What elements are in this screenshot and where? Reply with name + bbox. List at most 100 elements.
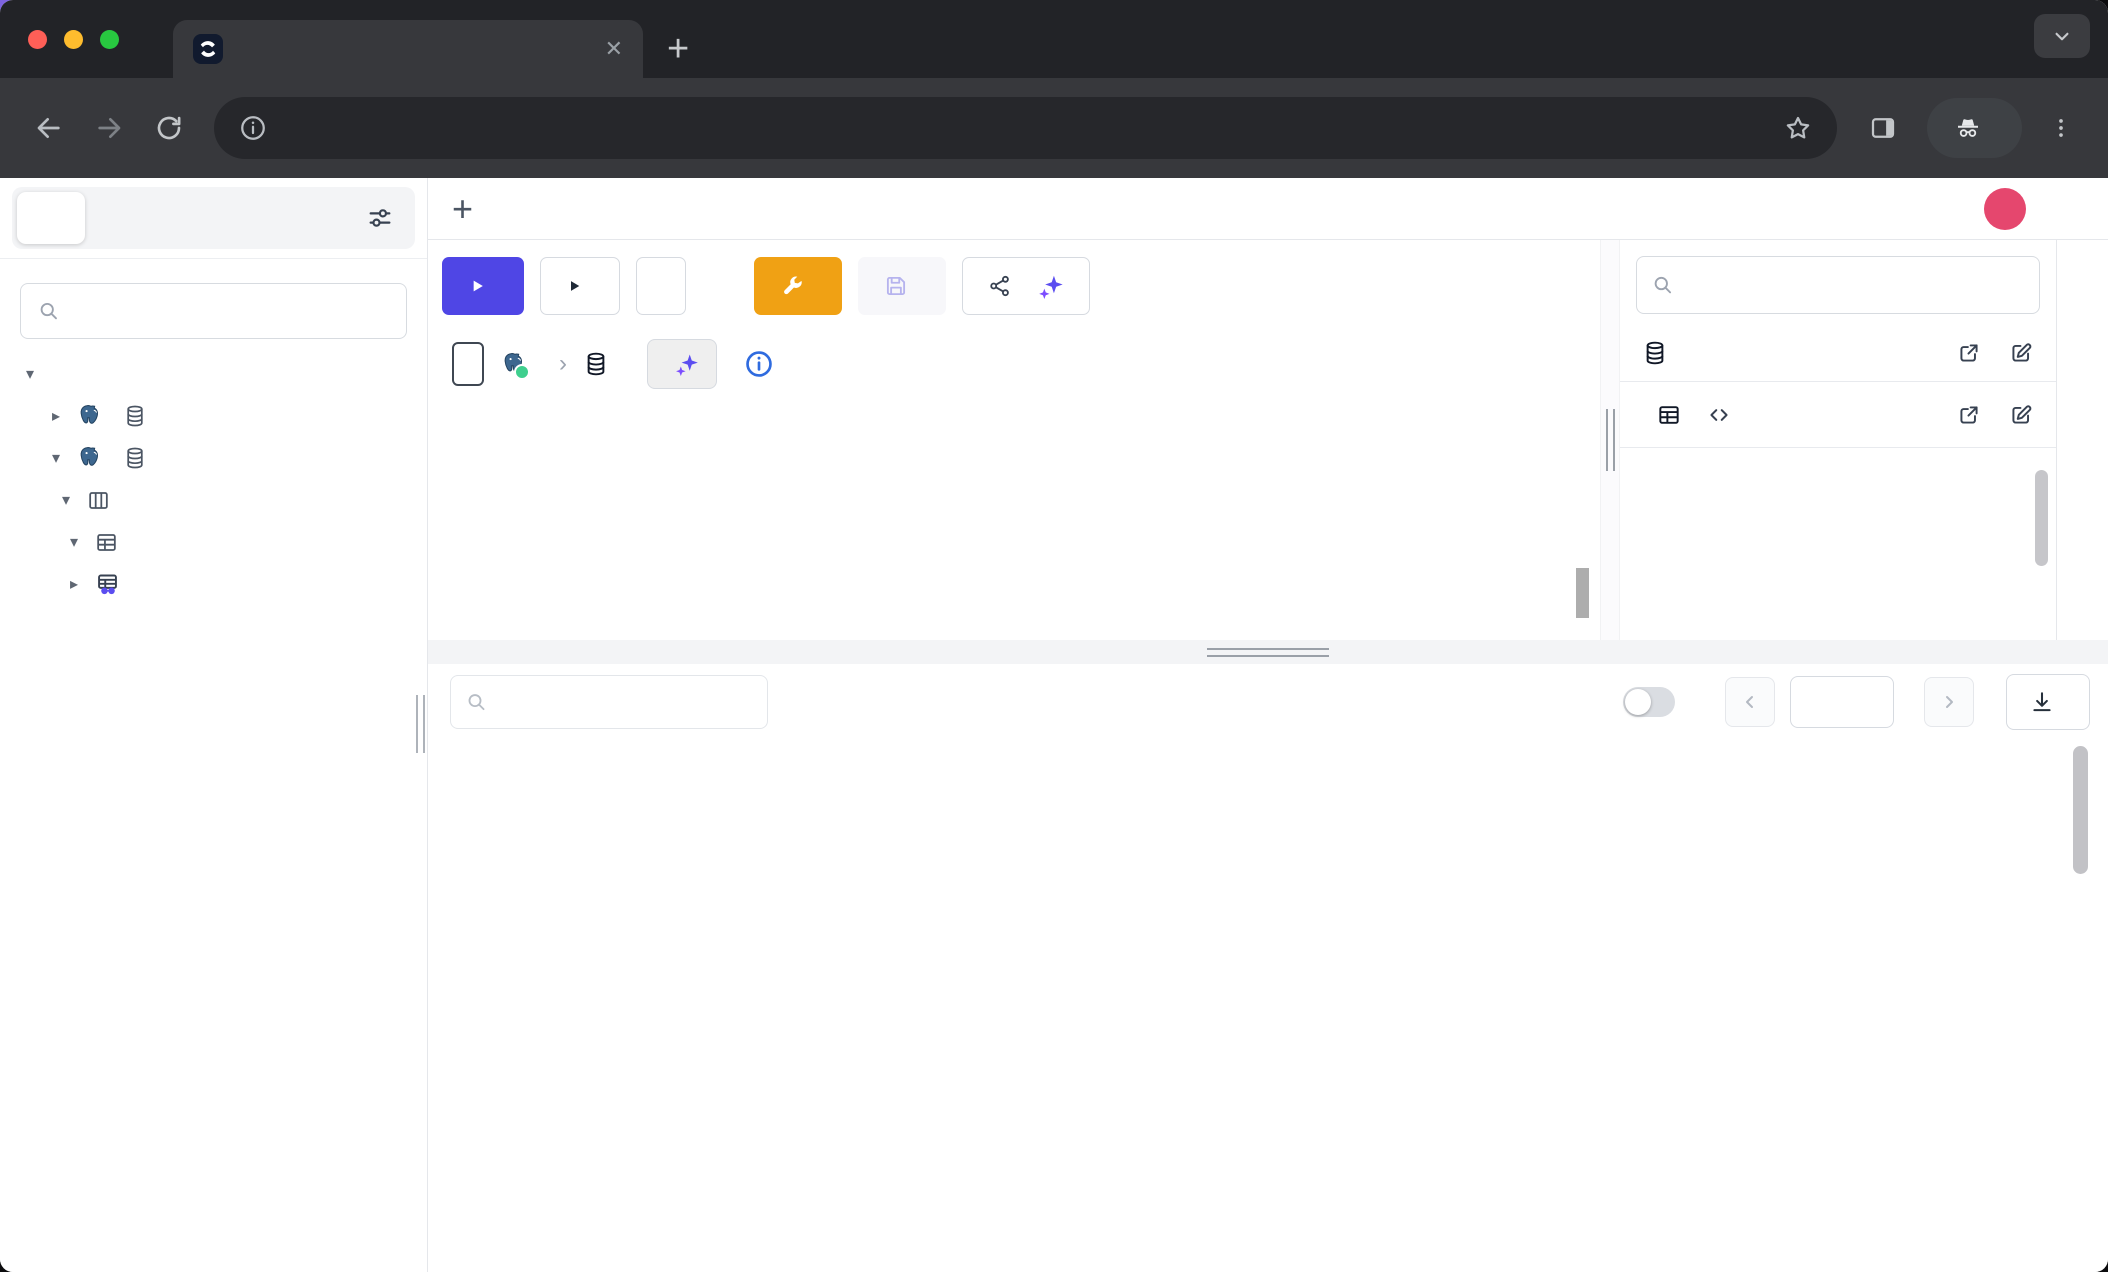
schema-scrollbar[interactable] [2035,470,2048,566]
tree-node-prod-database[interactable]: ▾ [0,437,427,479]
sidebar-header [0,178,427,259]
caret-down-icon[interactable]: ▾ [46,448,66,468]
wrench-icon [779,273,805,299]
edit-icon[interactable] [2008,340,2034,366]
new-query-tab-button[interactable]: + [452,191,473,227]
connection-info-icon[interactable] [743,348,775,380]
back-button[interactable] [22,101,76,155]
admin-mode-button[interactable] [754,257,842,315]
address-bar[interactable] [214,97,1837,159]
tree-settings-button[interactable] [366,204,394,232]
caret-down-icon[interactable]: ▾ [56,490,76,510]
editor-scrollbar[interactable] [1576,568,1589,618]
search-icon [465,689,488,715]
tree-node-schema-public[interactable]: ▾ [0,479,427,521]
page-number-field[interactable] [1790,676,1894,728]
export-button[interactable] [2006,674,2090,730]
edit-icon[interactable] [2008,402,2034,428]
avatar[interactable] [1984,188,2026,230]
save-button[interactable] [858,257,946,315]
schema-table-row[interactable] [1620,382,2056,448]
main-panel: + [428,178,2108,1272]
table-icon [1656,402,1682,428]
caret-down-icon[interactable]: ▾ [64,532,84,552]
results-toolbar [446,664,2090,740]
tree-node-test-database[interactable]: ▸ [0,395,427,437]
open-external-icon[interactable] [1956,402,1982,428]
bookmark-star-icon[interactable] [1783,113,1813,143]
results-search[interactable] [450,675,768,729]
bytebase-app: ▾ ▸ ▾ [0,178,2108,1272]
site-info-icon[interactable] [238,113,268,143]
pagination [1725,676,1974,728]
table-icon [94,530,119,555]
postgres-icon [76,445,103,472]
reload-button[interactable] [142,101,196,155]
maximize-window-button[interactable] [100,30,119,49]
results-table [446,740,2090,1222]
new-tab-button[interactable]: + [667,30,689,68]
close-window-button[interactable] [28,30,47,49]
macos-traffic-lights [18,30,133,49]
sql-editor[interactable] [428,396,1600,640]
results-pane [428,664,2108,1222]
database-icon [123,446,147,470]
kebab-menu-icon [2048,115,2074,141]
results-scrollbar[interactable] [2073,746,2088,874]
tree-node-tables[interactable]: ▾ [0,521,427,563]
explain-button[interactable] [540,257,620,315]
minimize-window-button[interactable] [64,30,83,49]
page-number-input[interactable] [1791,677,1893,727]
editor-split: › [428,240,2108,640]
tree-node-project[interactable]: ▾ [0,353,427,395]
panel-resize-divider[interactable] [1600,240,1620,640]
results-resize-divider[interactable] [428,640,2108,664]
results-search-input[interactable] [500,689,753,716]
tab-project[interactable] [17,192,85,244]
incognito-icon [1953,113,1983,143]
database-search[interactable] [20,283,407,339]
format-button[interactable] [636,257,686,315]
share-button[interactable] [962,257,1090,315]
drag-handle[interactable] [1207,648,1329,657]
sidebar-resize-handle[interactable] [416,695,425,753]
tab-instance[interactable] [85,192,153,244]
views-icon [94,571,121,598]
run-button[interactable] [442,257,524,315]
browser-tabstrip: ✕ + [0,0,2108,78]
editor-pane: › [428,240,1600,640]
forward-button[interactable] [82,101,136,155]
incognito-badge [1927,98,2022,158]
drag-handle[interactable] [1606,409,1615,471]
code-icon[interactable] [1706,402,1732,428]
tree-node-views[interactable]: ▸ [0,563,427,605]
ai-sparkles-icon [1037,272,1065,300]
chevron-left-icon [1738,690,1762,714]
schema-filter[interactable] [1636,256,2040,314]
chevron-down-icon [2049,23,2075,49]
ai-sparkles-icon [674,351,700,377]
query-toolbar [428,240,1600,332]
database-search-input[interactable] [72,298,390,325]
column-list [1620,448,2056,640]
tab-search-button[interactable] [2034,14,2090,58]
vertical-display-toggle[interactable] [1623,687,1675,717]
next-page-button[interactable] [1924,677,1974,727]
browser-menu-button[interactable] [2036,101,2086,155]
caret-right-icon[interactable]: ▸ [64,574,84,594]
batch-button[interactable] [647,339,717,389]
close-tab-icon[interactable]: ✕ [605,36,623,62]
database-tree: ▾ ▸ ▾ [0,353,427,605]
schema-database-row[interactable] [1620,324,2056,382]
postgres-icon [76,403,103,430]
schema-filter-input[interactable] [1687,272,2025,299]
open-external-icon[interactable] [1956,340,1982,366]
sliders-icon [366,204,394,232]
prev-page-button[interactable] [1725,677,1775,727]
browser-tab[interactable]: ✕ [173,20,643,78]
caret-down-icon[interactable]: ▾ [20,364,40,384]
database-icon [583,351,609,377]
database-icon [1642,340,1668,366]
caret-right-icon[interactable]: ▸ [46,406,66,426]
side-panel-button[interactable] [1855,100,1911,156]
